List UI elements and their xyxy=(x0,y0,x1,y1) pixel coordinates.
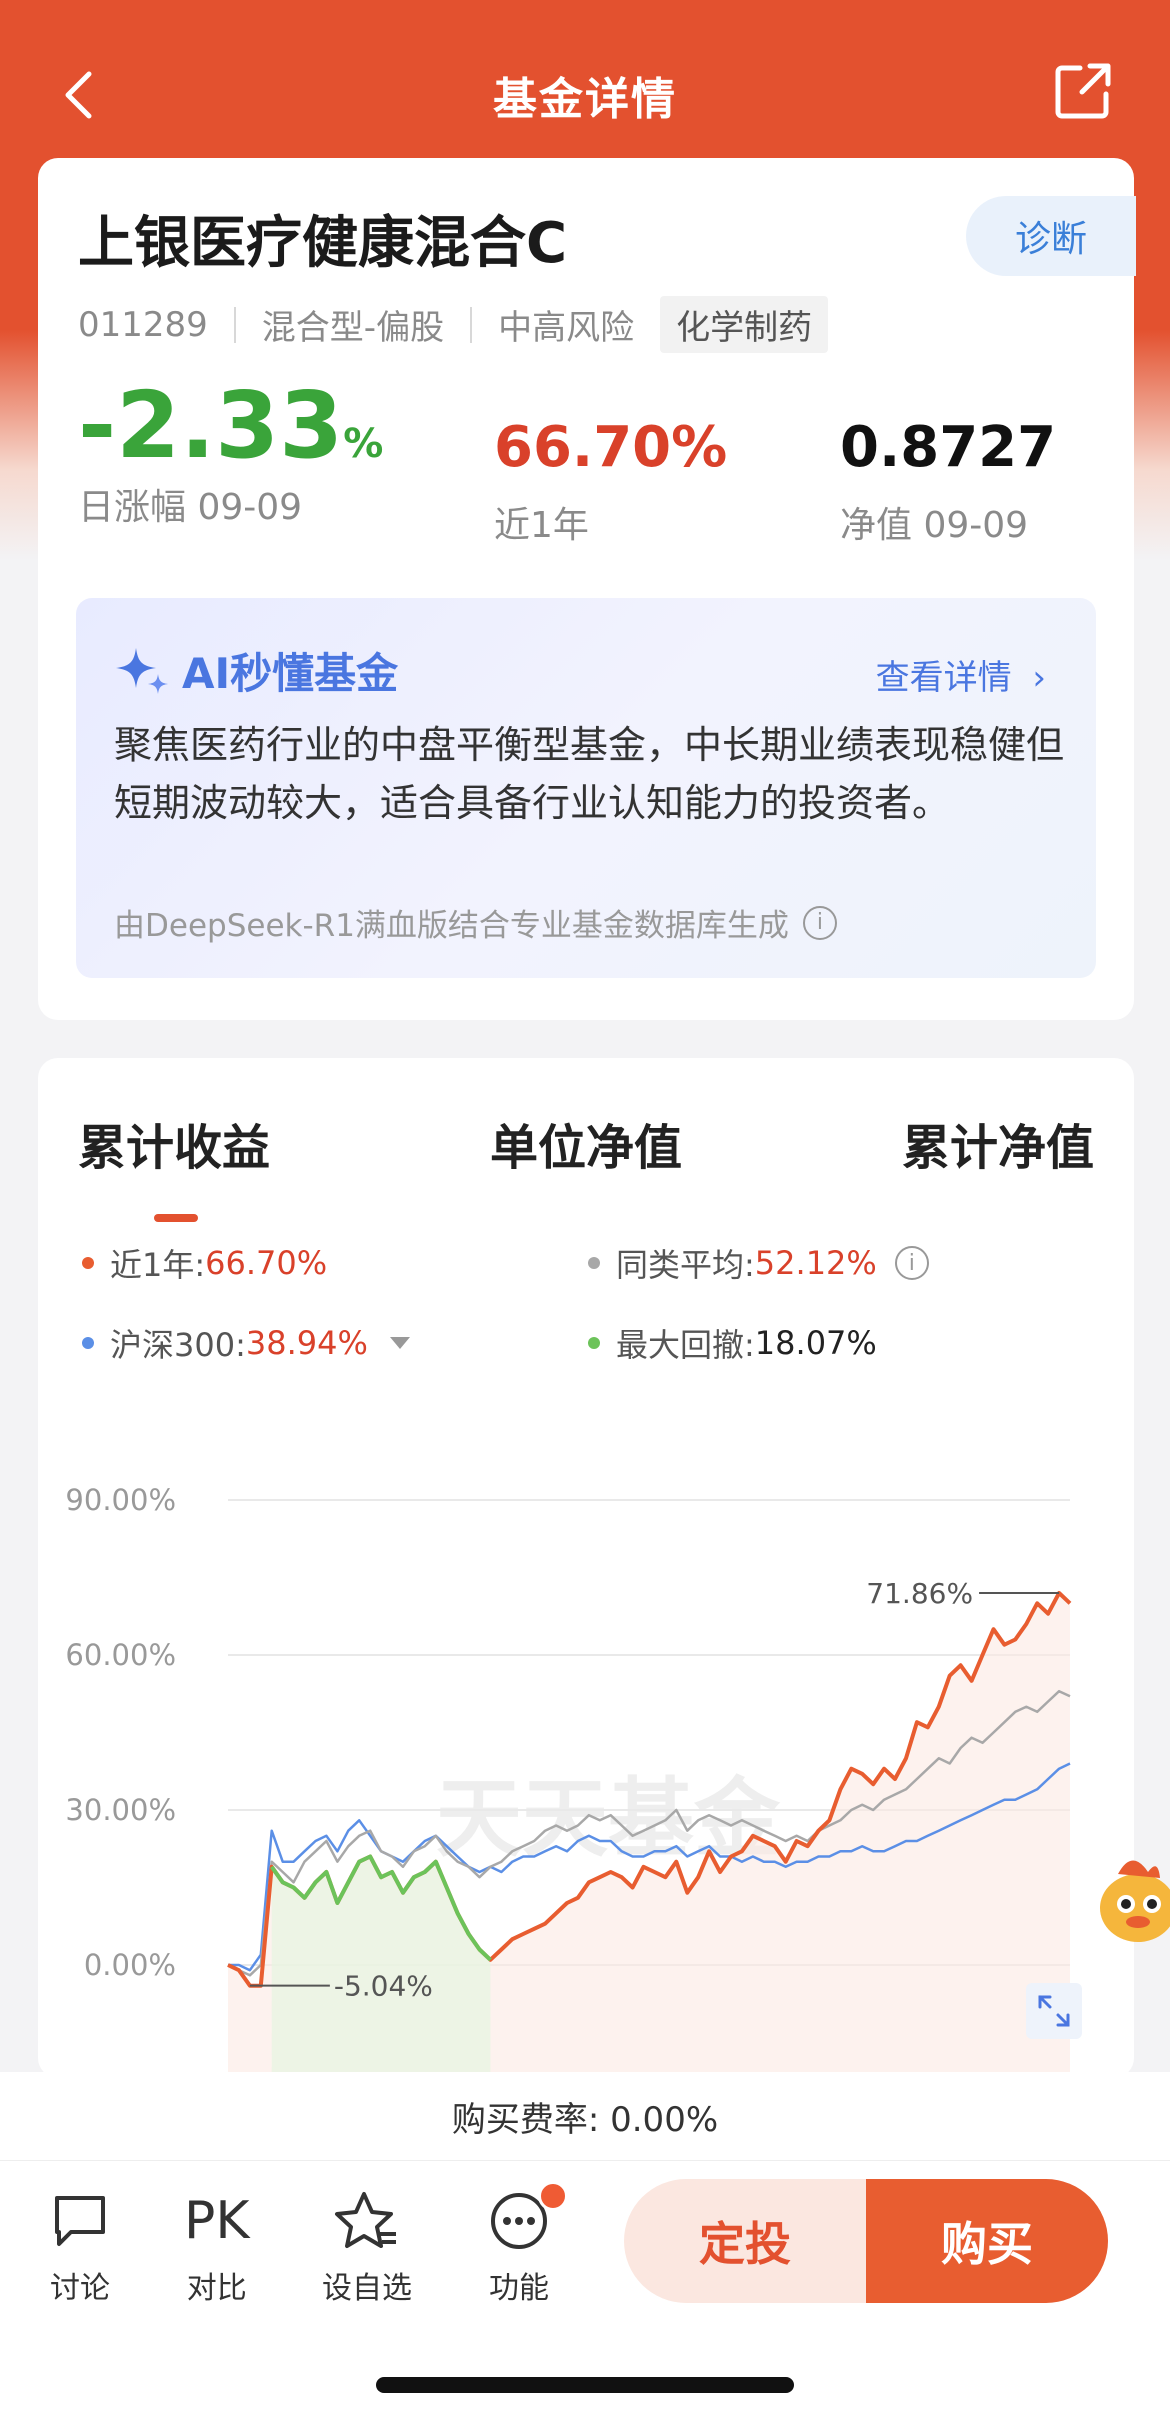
ai-title-text: AI秒懂基金 xyxy=(182,649,399,698)
daily-change-stat: -2.33% 日涨幅 09-09 xyxy=(78,380,383,530)
chat-bubble-icon xyxy=(55,2196,105,2246)
legend-dot xyxy=(82,1257,94,1269)
tab-unit-nav[interactable]: 单位净值 xyxy=(490,1108,682,1178)
divider xyxy=(233,306,236,343)
legend-fund-value: 66.70% xyxy=(205,1244,328,1282)
legend-drawdown: 最大回撤: 18.07% xyxy=(588,1320,877,1366)
sector-tag[interactable]: 化学制药 xyxy=(660,296,829,353)
chart-tabs: 累计收益 单位净值 累计净值 xyxy=(78,1108,1094,1222)
auto-invest-button[interactable]: 定投 xyxy=(624,2179,866,2303)
purchase-fee-text: 购买费率: 0.00% xyxy=(451,2099,719,2140)
fund-summary-card: 上银医疗健康混合C 诊断 011289 混合型-偏股 中高风险 化学制药 -2.… xyxy=(38,158,1136,1020)
discuss-label: 讨论 xyxy=(50,2271,110,2306)
discuss-button[interactable]: 讨论 xyxy=(50,2189,110,2307)
year-return-value: 66.70% xyxy=(494,415,728,480)
legend-dot xyxy=(82,1337,94,1349)
features-label: 功能 xyxy=(489,2271,549,2306)
year-return-stat: 66.70% 近1年 xyxy=(494,420,727,548)
fund-type: 混合型-偏股 xyxy=(261,308,445,348)
legend-index-label: 沪深300: xyxy=(110,1326,246,1364)
performance-card: 累计收益 单位净值 累计净值 近1年: 66.70% 同类平均: 52.12% … xyxy=(38,1058,1134,2078)
nav-stat: 0.8727 净值 09-09 xyxy=(840,420,1056,548)
expand-chart-button[interactable] xyxy=(1026,1983,1082,2039)
star-list-icon xyxy=(335,2192,396,2248)
legend-peer-label: 同类平均: xyxy=(616,1246,755,1284)
compare-label: 对比 xyxy=(186,2271,247,2306)
trade-actions: 定投 购买 xyxy=(624,2179,1108,2303)
pk-icon: PK xyxy=(184,2191,250,2251)
legend-dot xyxy=(588,1257,600,1269)
legend-drawdown-label: 最大回撤: xyxy=(616,1326,755,1364)
share-icon xyxy=(1055,63,1111,119)
fund-code: 011289 xyxy=(78,304,208,345)
return-chart[interactable]: 天天基金90.00%60.00%30.00%0.00%-30.00%71.86%… xyxy=(38,1398,1134,2078)
add-watchlist-button[interactable]: 设自选 xyxy=(322,2189,412,2307)
year-return-label: 近1年 xyxy=(494,505,589,546)
ai-title: AI秒懂基金 xyxy=(114,640,398,701)
y-tick-label: 30.00% xyxy=(65,1793,176,1827)
ai-description: 聚焦医药行业的中盘平衡型基金，中长期业绩表现稳健但短期波动较大，适合具备行业认知… xyxy=(114,723,1065,825)
legend-fund: 近1年: 66.70% xyxy=(82,1240,327,1286)
nav-value: 0.8727 xyxy=(840,415,1057,480)
ai-more-label: 查看详情 xyxy=(875,658,1012,698)
max-annotation-label: 71.86% xyxy=(866,1577,973,1610)
ai-more-link[interactable]: 查看详情 › xyxy=(876,650,1046,699)
daily-change-unit: % xyxy=(343,421,384,467)
caret-down-icon xyxy=(389,1337,410,1349)
fund-risk: 中高风险 xyxy=(498,308,635,348)
return-chart-svg: 天天基金90.00%60.00%30.00%0.00%-30.00%71.86%… xyxy=(65,1483,1072,2078)
legend-drawdown-value: 18.07% xyxy=(754,1324,877,1362)
legend-index[interactable]: 沪深300: 38.94% xyxy=(82,1320,410,1366)
legend-peer-value: 52.12% xyxy=(754,1244,877,1282)
info-icon[interactable]: i xyxy=(802,905,837,940)
min-annotation-label: -5.04% xyxy=(334,1970,433,2003)
divider xyxy=(470,306,473,343)
fund-name: 上银医疗健康混合C xyxy=(78,211,568,276)
home-indicator[interactable] xyxy=(376,2377,794,2393)
ai-source: 由DeepSeek-R1满血版结合专业基金数据库生成 i xyxy=(114,900,837,945)
notification-dot xyxy=(538,2181,568,2211)
mascot-icon[interactable] xyxy=(1098,1838,1170,1958)
legend-index-value: 38.94% xyxy=(245,1324,368,1362)
y-tick-label: 60.00% xyxy=(65,1638,176,1672)
y-tick-label: 90.00% xyxy=(65,1483,176,1517)
page-title: 基金详情 xyxy=(493,74,677,125)
daily-change-value: -2.33 xyxy=(78,372,344,479)
nav-label: 净值 09-09 xyxy=(840,505,1029,546)
tab-cumulative-return[interactable]: 累计收益 xyxy=(78,1108,270,1222)
home-indicator-area xyxy=(0,2315,1170,2417)
ai-source-text: 由DeepSeek-R1满血版结合专业基金数据库生成 xyxy=(114,908,789,944)
chevron-left-icon xyxy=(65,71,92,119)
ai-summary-box[interactable]: AI秒懂基金 查看详情 › 聚焦医药行业的中盘平衡型基金，中长期业绩表现稳健但短… xyxy=(76,598,1096,978)
tab-cumulative-nav[interactable]: 累计净值 xyxy=(902,1108,1094,1178)
back-button[interactable] xyxy=(56,70,106,120)
watchlist-label: 设自选 xyxy=(322,2271,412,2306)
chevron-right-icon: › xyxy=(1032,658,1046,698)
legend-fund-label: 近1年: xyxy=(110,1246,206,1284)
buy-button[interactable]: 购买 xyxy=(866,2179,1108,2303)
daily-change-label: 日涨幅 09-09 xyxy=(78,487,303,528)
y-tick-label: 0.00% xyxy=(84,1948,176,1982)
fund-meta-row: 011289 混合型-偏股 中高风险 化学制药 xyxy=(78,296,829,353)
compare-button[interactable]: PK 对比 xyxy=(184,2189,249,2307)
legend-peer: 同类平均: 52.12% i xyxy=(588,1240,929,1286)
legend-dot xyxy=(588,1337,600,1349)
drawdown-area-fill xyxy=(271,1856,491,2078)
expand-icon xyxy=(1038,1995,1070,2027)
info-icon[interactable]: i xyxy=(894,1246,929,1280)
watermark-text: 天天基金 xyxy=(436,1769,781,1869)
features-button[interactable]: 功能 xyxy=(488,2181,568,2307)
bottom-action-bar: 讨论 PK 对比 设自选 功能 定投 购买 xyxy=(0,2160,1170,2315)
diagnose-button[interactable]: 诊断 xyxy=(966,196,1136,276)
sparkle-icon xyxy=(116,647,168,694)
purchase-fee-bar: 购买费率: 0.00% xyxy=(0,2072,1170,2160)
share-button[interactable] xyxy=(1052,60,1114,122)
nav-header: 基金详情 xyxy=(0,50,1170,140)
